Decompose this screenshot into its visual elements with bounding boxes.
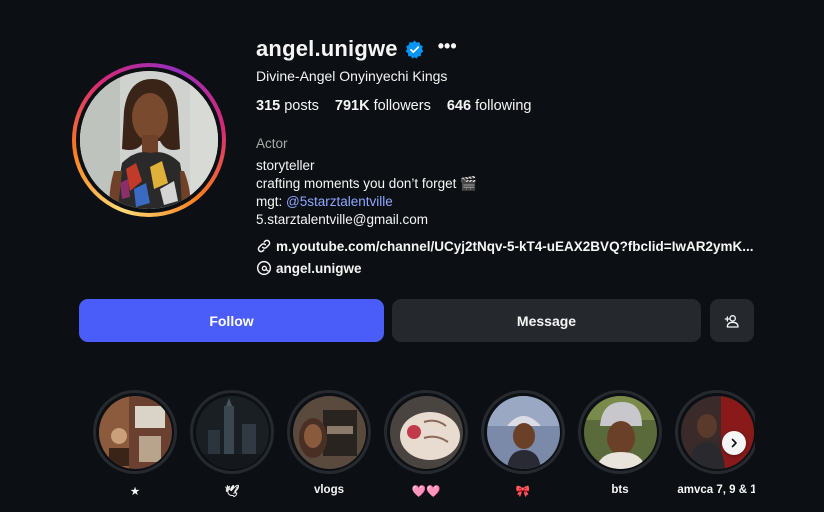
following-count: 646 [446, 98, 472, 114]
suggested-accounts-button[interactable] [710, 299, 754, 342]
more-options-icon[interactable]: ••• [438, 37, 457, 55]
highlight-item[interactable]: vlogs [287, 390, 371, 496]
highlight-cover [583, 395, 657, 469]
highlight-label: bts [611, 484, 629, 496]
posts-stat[interactable]: 315 posts [256, 98, 319, 114]
bio-mgt-prefix: mgt: [256, 194, 287, 209]
highlights-next-button[interactable] [722, 431, 746, 455]
profile-avatar-story-ring[interactable] [72, 63, 226, 217]
threads-handle: angel.unigwe [276, 260, 362, 276]
followers-stat[interactable]: 791K followers [335, 98, 431, 114]
following-label: following [475, 98, 532, 114]
following-stat[interactable]: 646 following [447, 98, 532, 114]
full-name: Divine-Angel Onyinyechi Kings [256, 68, 448, 84]
threads-icon [256, 260, 272, 276]
highlight-item[interactable]: 🕊 [190, 390, 274, 498]
highlight-cover [195, 395, 269, 469]
highlight-label: 🕊 [224, 486, 240, 498]
bio-line: crafting moments you don’t forget 🎬 [256, 176, 477, 191]
highlight-cover [486, 395, 560, 469]
highlight-item[interactable]: ★ [93, 390, 177, 498]
profile-stats: 315 posts 791K followers 646 following [256, 98, 547, 114]
category-label: Actor [256, 136, 288, 151]
username: angel.unigwe [256, 36, 398, 61]
bio-email: 5.starztalentville@gmail.com [256, 212, 429, 227]
followers-label: followers [373, 98, 431, 114]
avatar [80, 71, 218, 209]
highlight-item[interactable]: 🩷🩷 [384, 390, 468, 498]
highlight-cover [98, 395, 172, 469]
external-link-text: m.youtube.com/channel/UCyj2tNqv-5-kT4-uE… [276, 238, 754, 254]
highlight-item[interactable]: bts [578, 390, 662, 496]
highlight-label: amvca 7, 9 & 1 [677, 484, 755, 496]
posts-label: posts [284, 98, 319, 114]
message-button[interactable]: Message [392, 299, 701, 342]
bio-line: mgt: @5starztalentville [256, 193, 477, 211]
profile-page: angel.unigwe ••• Divine-Angel Onyinyechi… [0, 0, 824, 512]
bio-line: storyteller [256, 158, 315, 173]
highlight-cover [680, 395, 754, 469]
external-link[interactable]: m.youtube.com/channel/UCyj2tNqv-5-kT4-uE… [256, 237, 753, 255]
highlight-cover [292, 395, 366, 469]
follow-button[interactable]: Follow [79, 299, 384, 342]
threads-link[interactable]: angel.unigwe [256, 259, 362, 277]
link-icon [257, 239, 271, 253]
highlight-label: vlogs [313, 484, 345, 496]
mention-link[interactable]: @5starztalentville [286, 194, 393, 209]
posts-count: 315 [256, 98, 281, 114]
highlight-label: 🎀 [515, 486, 531, 498]
avatar-photo [80, 71, 218, 209]
highlight-item[interactable]: 🎀 [481, 390, 565, 498]
followers-count: 791K [334, 98, 370, 114]
highlight-label: ★ [129, 486, 141, 498]
add-person-icon [724, 314, 739, 328]
bio: storyteller crafting moments you don’t f… [256, 157, 477, 229]
username-row: angel.unigwe ••• [256, 34, 457, 64]
highlight-cover [389, 395, 463, 469]
story-highlights: ★ 🕊 vlogs 🩷🩷 🎀 bts amvca 7, 9 & 1 [93, 390, 755, 512]
chevron-right-icon [731, 438, 737, 448]
verified-badge-icon [405, 39, 424, 59]
highlight-label: 🩷🩷 [411, 486, 441, 498]
